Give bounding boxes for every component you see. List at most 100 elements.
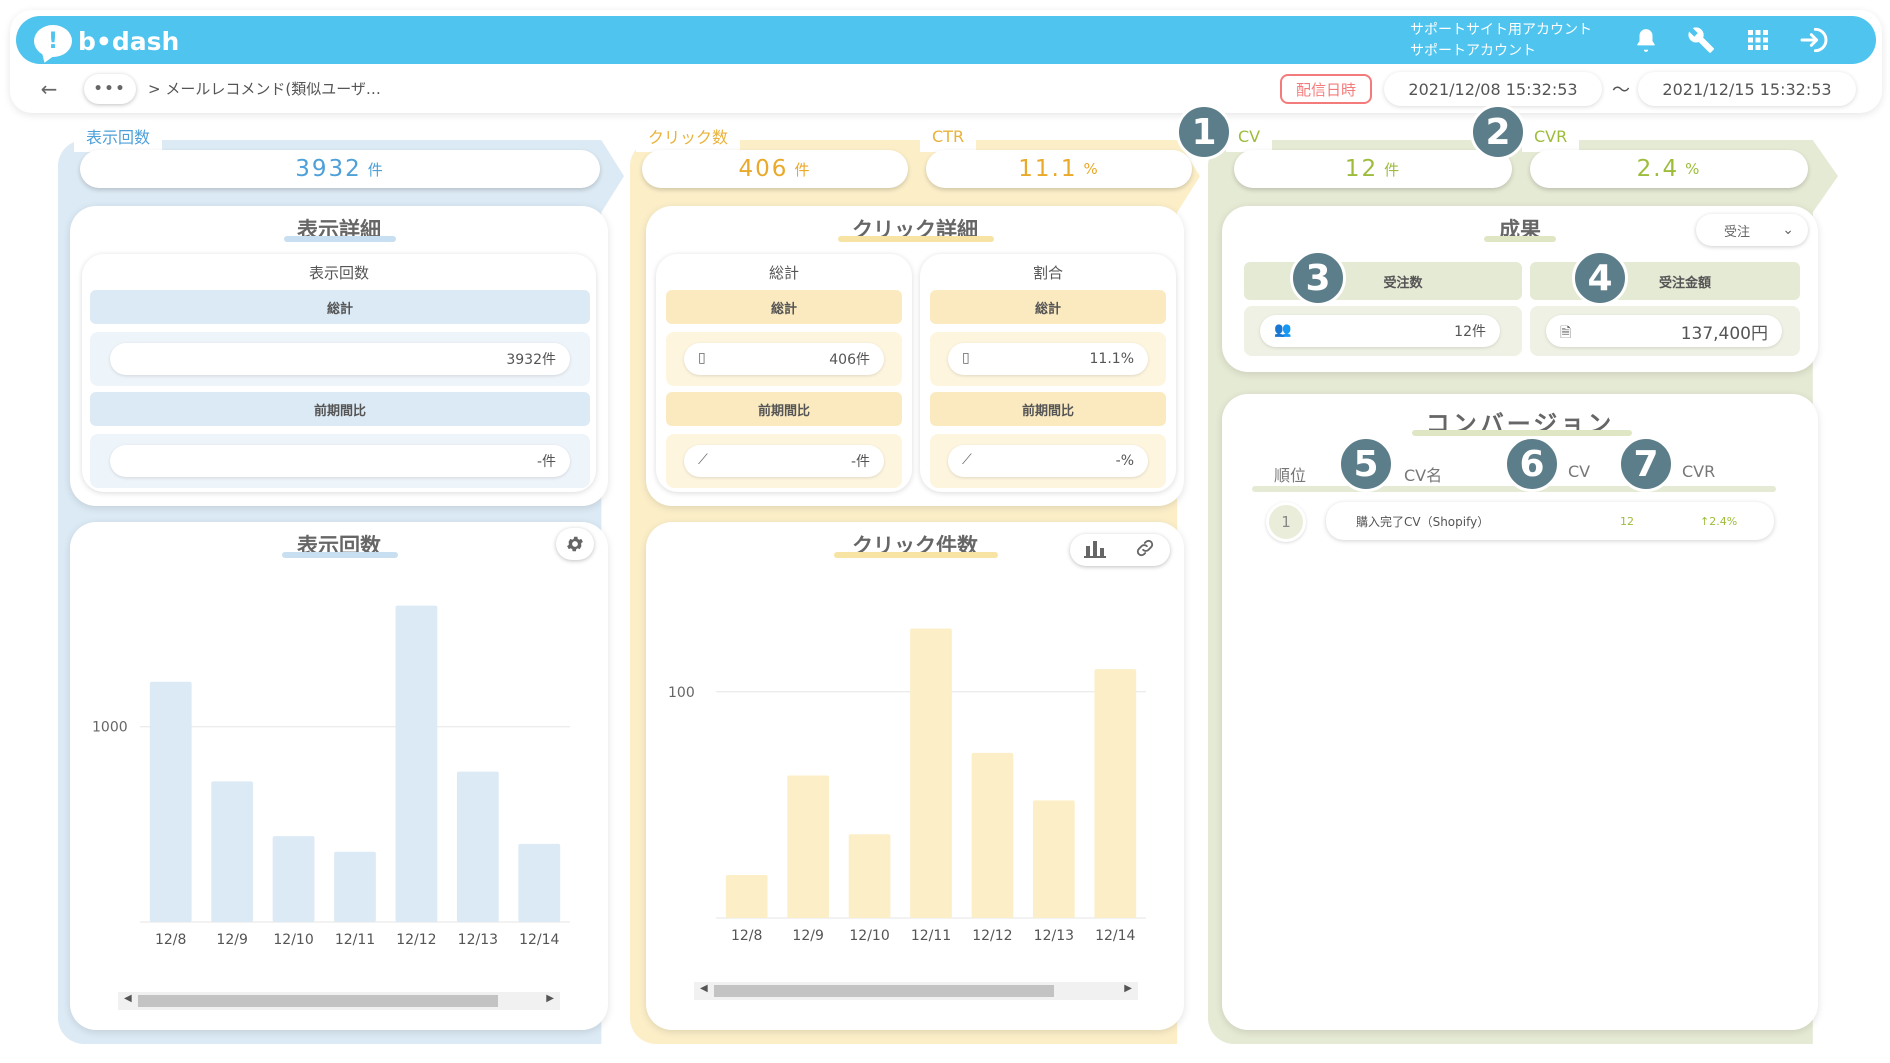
logo[interactable]: ! b•dash bbox=[34, 20, 179, 62]
click-prev-label: 前期間比 bbox=[666, 392, 902, 426]
bar-12/14 bbox=[1094, 669, 1137, 918]
clicks-value: 406 bbox=[738, 156, 789, 182]
amount-value-pill: 🗎 137,400円 bbox=[1546, 315, 1782, 347]
money-document-icon: 🗎 bbox=[1560, 325, 1572, 341]
click-ratio-subcard-title: 割合 bbox=[1032, 264, 1063, 282]
row-cvr: ↑2.4% bbox=[1700, 514, 1738, 528]
x-tick-label: 12/9 bbox=[792, 928, 823, 944]
clicks-unit: 件 bbox=[794, 160, 812, 179]
row-cv: 12 bbox=[1620, 514, 1634, 528]
x-tick-label: 12/14 bbox=[519, 932, 559, 948]
scroll-left-arrow-icon[interactable]: ◀ bbox=[124, 993, 132, 1004]
annotation-badge-4: 4 bbox=[1572, 250, 1628, 306]
click-ratio-prev-value-pill: ⟋ -% bbox=[948, 445, 1148, 477]
title-underline bbox=[282, 552, 398, 558]
click-total-value: 406件 bbox=[829, 352, 870, 368]
click-ratio-value: 11.1% bbox=[1089, 351, 1134, 367]
x-tick-label: 12/8 bbox=[731, 928, 762, 944]
chevron-down-icon: ⌄ bbox=[1782, 222, 1794, 238]
bar-chart-icon[interactable] bbox=[1084, 538, 1106, 563]
click-ratio-total-label: 総計 bbox=[930, 290, 1166, 324]
bar-12/12 bbox=[395, 605, 438, 922]
bar-12/11 bbox=[910, 628, 952, 918]
rank-badge: 1 bbox=[1266, 502, 1306, 542]
account-line2: サポートアカウント bbox=[1410, 43, 1536, 59]
orders-value: 12件 bbox=[1454, 324, 1486, 340]
account-line1: サポートサイト用アカウント bbox=[1410, 22, 1592, 38]
impression-total-label: 総計 bbox=[90, 290, 590, 324]
annotation-badge-5: 5 bbox=[1338, 436, 1394, 492]
bell-icon[interactable] bbox=[1628, 22, 1664, 58]
bar-12/12 bbox=[971, 752, 1014, 918]
x-tick-label: 12/12 bbox=[396, 932, 436, 948]
clicks-chart-scrollbar[interactable]: ◀ ▶ bbox=[694, 982, 1138, 1000]
breadcrumb-more-button[interactable]: ••• bbox=[84, 74, 136, 104]
x-tick-label: 12/11 bbox=[335, 932, 375, 948]
scroll-thumb[interactable] bbox=[138, 995, 498, 1007]
bar-12/10 bbox=[848, 834, 891, 918]
clicks-tab-label: クリック数 bbox=[636, 120, 741, 152]
title-underline bbox=[284, 236, 396, 242]
x-tick-label: 12/8 bbox=[155, 932, 186, 948]
delivery-date-label: 配信日時 bbox=[1280, 74, 1372, 104]
ctr-value: 11.1 bbox=[1018, 156, 1078, 182]
logo-text: b•dash bbox=[78, 26, 180, 56]
wrench-icon[interactable] bbox=[1684, 22, 1720, 58]
grid-icon[interactable] bbox=[1740, 22, 1776, 58]
bar-12/9 bbox=[211, 781, 254, 922]
click-prev-value: -件 bbox=[850, 454, 870, 470]
cv-metric: 12 件 bbox=[1234, 150, 1512, 188]
click-ratio-prev-box: ⟋ -% bbox=[930, 434, 1166, 488]
x-tick-label: 12/10 bbox=[849, 928, 889, 944]
date-to-input[interactable]: 2021/12/15 15:32:53 bbox=[1638, 72, 1856, 106]
back-arrow-icon[interactable]: ← bbox=[36, 76, 62, 102]
table-row[interactable]: 購入完了CV（Shopify） 12 ↑2.4% bbox=[1326, 502, 1774, 540]
scroll-right-arrow-icon[interactable]: ▶ bbox=[1124, 983, 1132, 994]
x-tick-label: 12/14 bbox=[1095, 928, 1135, 944]
col-header-cv: CV bbox=[1568, 462, 1591, 481]
y-tick-label: 100 bbox=[668, 685, 695, 701]
logo-mark-icon: ! bbox=[34, 25, 72, 57]
row-cv-name: 購入完了CV（Shopify） bbox=[1356, 514, 1490, 529]
bar-12/14 bbox=[518, 843, 561, 922]
impression-prev-value: -件 bbox=[110, 445, 570, 477]
title-underline bbox=[1484, 236, 1556, 242]
scroll-thumb[interactable] bbox=[714, 985, 1054, 997]
device-icon: ▯ bbox=[698, 350, 706, 366]
date-from-input[interactable]: 2021/12/08 15:32:53 bbox=[1384, 72, 1602, 106]
click-ratio-prev-value: -% bbox=[1115, 453, 1134, 469]
x-tick-label: 12/11 bbox=[911, 928, 951, 944]
cv-unit: 件 bbox=[1384, 160, 1402, 179]
annotation-badge-7: 7 bbox=[1618, 436, 1674, 492]
trend-chart-icon: ⟋ bbox=[698, 452, 708, 468]
trend-chart-icon: ⟋ bbox=[962, 452, 972, 468]
account-info: サポートサイト用アカウント サポートアカウント bbox=[1410, 20, 1592, 62]
impressions-chart-scrollbar[interactable]: ◀ ▶ bbox=[118, 992, 560, 1010]
orders-value-pill: 👥 12件 bbox=[1260, 315, 1500, 347]
x-tick-label: 12/13 bbox=[1034, 928, 1074, 944]
link-icon[interactable] bbox=[1134, 537, 1156, 564]
bar-12/11 bbox=[334, 851, 376, 922]
impressions-value: 3932 bbox=[295, 156, 362, 182]
table-header-divider bbox=[1252, 486, 1776, 492]
scroll-right-arrow-icon[interactable]: ▶ bbox=[546, 993, 554, 1004]
col-header-cvr: CVR bbox=[1682, 462, 1716, 481]
scroll-left-arrow-icon[interactable]: ◀ bbox=[700, 983, 708, 994]
bar-12/8 bbox=[725, 875, 768, 918]
impression-prev-label: 前期間比 bbox=[90, 392, 590, 426]
amount-box: 🗎 137,400円 bbox=[1530, 306, 1800, 356]
logout-icon[interactable] bbox=[1796, 22, 1832, 58]
annotation-badge-6: 6 bbox=[1504, 436, 1560, 492]
cvr-tab-label: CVR bbox=[1522, 120, 1580, 152]
annotation-badge-2: 2 bbox=[1470, 104, 1526, 160]
ctr-metric: 11.1% bbox=[926, 150, 1192, 188]
amount-label: 受注金額 bbox=[1530, 262, 1800, 300]
click-total-box: ▯ 406件 bbox=[666, 332, 902, 386]
results-type-select[interactable]: 受注 ⌄ bbox=[1696, 214, 1808, 246]
click-ratio-prev-label: 前期間比 bbox=[930, 392, 1166, 426]
breadcrumb: > メールレコメンド(類似ユーザ… bbox=[148, 80, 381, 98]
click-total-value-pill: ▯ 406件 bbox=[684, 343, 884, 375]
impression-total-value: 3932件 bbox=[110, 343, 570, 375]
settings-gear-icon[interactable] bbox=[556, 528, 594, 560]
click-prev-value-pill: ⟋ -件 bbox=[684, 445, 884, 477]
